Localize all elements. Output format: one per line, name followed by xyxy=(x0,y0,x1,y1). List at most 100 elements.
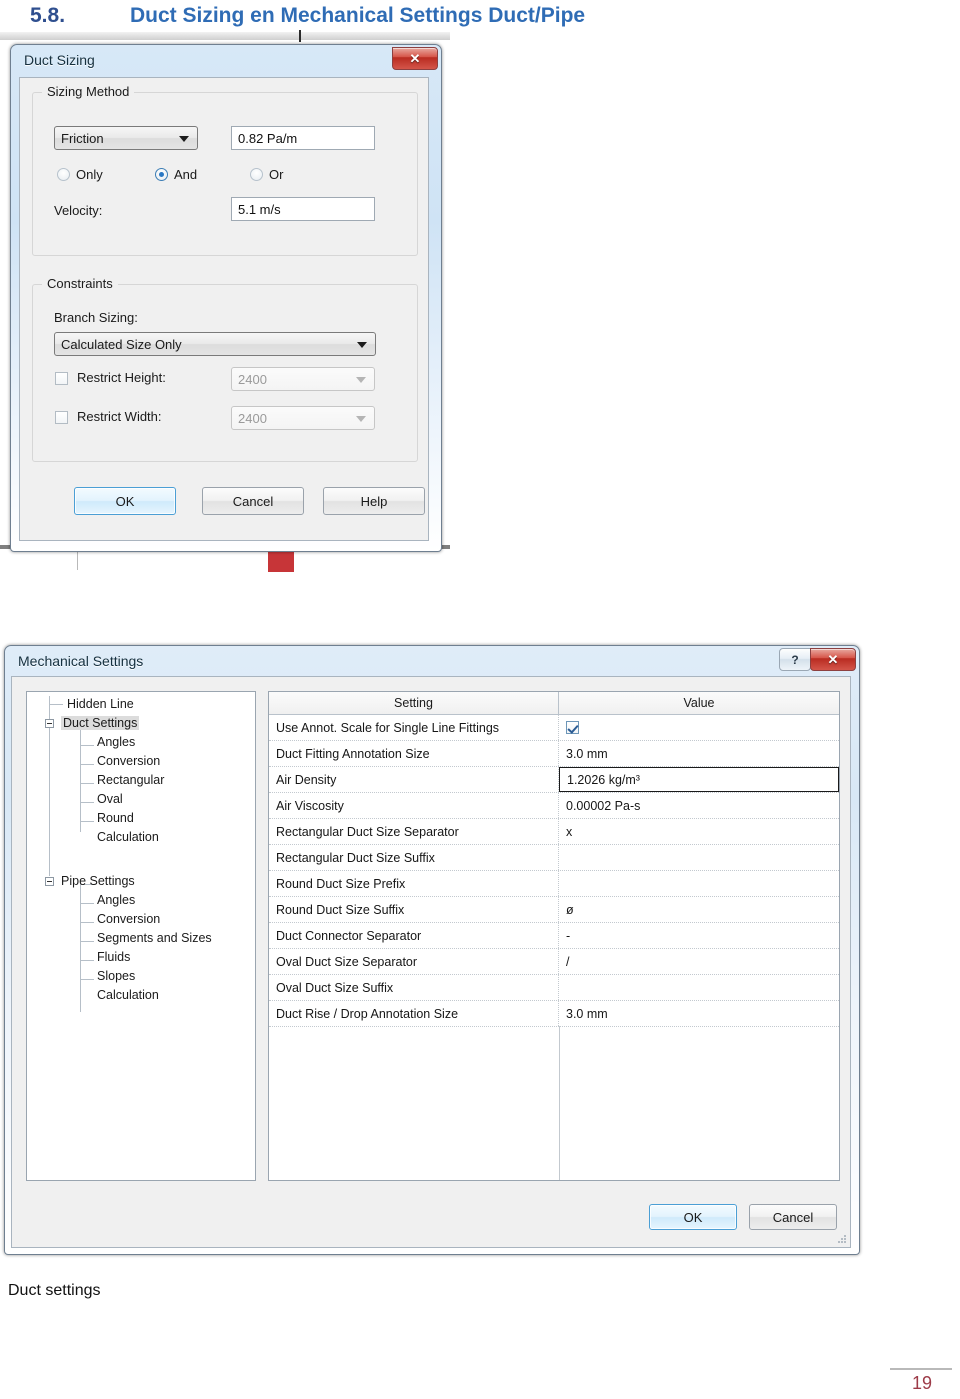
tree-item-pipe-settings[interactable]: Pipe Settings xyxy=(61,873,135,889)
tree-item-duct-oval[interactable]: Oval xyxy=(97,791,123,807)
radio-and[interactable]: And xyxy=(155,167,197,182)
chevron-down-icon xyxy=(357,342,367,348)
tree-line xyxy=(80,922,94,923)
table-row[interactable]: Oval Duct Size Separator / xyxy=(269,949,839,975)
tree-item-duct-calculation[interactable]: Calculation xyxy=(97,829,159,845)
constraints-legend: Constraints xyxy=(42,276,118,291)
duct-sizing-title: Duct Sizing xyxy=(24,52,95,68)
settings-tree[interactable]: Hidden Line Duct Settings Angles Convers… xyxy=(26,691,256,1181)
row-value-cell[interactable]: ø xyxy=(559,897,839,922)
tree-line xyxy=(80,979,94,980)
row-value-cell[interactable]: 0.00002 Pa-s xyxy=(559,793,839,818)
row-setting-label: Use Annot. Scale for Single Line Fitting… xyxy=(269,715,559,740)
settings-grid[interactable]: Setting Value Use Annot. Scale for Singl… xyxy=(268,691,840,1181)
radio-and-label: And xyxy=(174,167,198,182)
table-row[interactable]: Use Annot. Scale for Single Line Fitting… xyxy=(269,715,839,741)
row-value-cell[interactable]: 3.0 mm xyxy=(559,741,839,766)
branch-sizing-combo[interactable]: Calculated Size Only xyxy=(54,332,376,356)
tree-item-label: Segments and Sizes xyxy=(97,931,212,945)
tree-item-label: Angles xyxy=(97,893,136,907)
table-row[interactable]: Duct Fitting Annotation Size 3.0 mm xyxy=(269,741,839,767)
tree-item-label: Calculation xyxy=(97,988,159,1002)
sizing-method-combo-value: Friction xyxy=(61,130,104,146)
velocity-label: Velocity: xyxy=(54,203,103,218)
table-row[interactable]: Round Duct Size Prefix xyxy=(269,871,839,897)
restrict-height-label: Restrict Height: xyxy=(77,370,166,385)
tree-item-duct-conversion[interactable]: Conversion xyxy=(97,753,160,769)
radio-only-dot xyxy=(57,168,70,181)
duct-sizing-cancel-button[interactable]: Cancel xyxy=(202,487,304,515)
chevron-down-icon xyxy=(356,416,366,422)
grid-header-setting[interactable]: Setting xyxy=(269,692,559,714)
tree-item-pipe-fluids[interactable]: Fluids xyxy=(97,949,130,965)
table-row[interactable]: Rectangular Duct Size Suffix xyxy=(269,845,839,871)
table-row[interactable]: Rectangular Duct Size Separator x xyxy=(269,819,839,845)
page-number-rule xyxy=(890,1368,952,1370)
tree-item-duct-round[interactable]: Round xyxy=(97,810,134,826)
row-setting-label: Duct Rise / Drop Annotation Size xyxy=(269,1001,559,1026)
close-icon[interactable]: ✕ xyxy=(392,47,438,70)
tree-item-duct-settings[interactable]: Duct Settings xyxy=(61,715,140,731)
tree-item-pipe-calculation[interactable]: Calculation xyxy=(97,987,159,1003)
friction-value-text: 0.82 Pa/m xyxy=(238,130,298,146)
background-tick-mark xyxy=(299,30,301,42)
tree-item-pipe-segments-and-sizes[interactable]: Segments and Sizes xyxy=(97,930,212,946)
duct-sizing-titlebar[interactable]: Duct Sizing ✕ xyxy=(14,47,438,76)
use-annot-scale-checkbox[interactable] xyxy=(566,721,579,734)
row-value-cell[interactable]: / xyxy=(559,949,839,974)
restrict-width-combo[interactable]: 2400 xyxy=(231,406,375,430)
velocity-input[interactable]: 5.1 m/s xyxy=(231,197,375,221)
row-value-cell[interactable]: - xyxy=(559,923,839,948)
row-setting-label: Duct Connector Separator xyxy=(269,923,559,948)
mechanical-settings-dialog[interactable]: Mechanical Settings ? ✕ Hidden Line Duct… xyxy=(4,645,860,1255)
table-row[interactable]: Duct Rise / Drop Annotation Size 3.0 mm xyxy=(269,1001,839,1027)
row-value-cell[interactable] xyxy=(559,871,839,896)
duct-sizing-help-button[interactable]: Help xyxy=(323,487,425,515)
table-row[interactable]: Duct Connector Separator - xyxy=(269,923,839,949)
mechanical-settings-ok-button[interactable]: OK xyxy=(649,1204,737,1230)
row-value-cell[interactable]: 3.0 mm xyxy=(559,1001,839,1026)
expander-pipe-settings[interactable] xyxy=(45,877,54,886)
tree-item-pipe-conversion[interactable]: Conversion xyxy=(97,911,160,927)
restrict-height-checkbox[interactable] xyxy=(55,372,68,385)
tree-line xyxy=(49,704,63,705)
tree-line xyxy=(80,722,81,832)
tree-item-hidden-line[interactable]: Hidden Line xyxy=(67,696,134,712)
row-setting-label: Air Viscosity xyxy=(269,793,559,818)
restrict-width-checkbox[interactable] xyxy=(55,411,68,424)
air-density-value-cell[interactable]: 1.2026 kg/m³ xyxy=(559,767,839,792)
tree-item-pipe-angles[interactable]: Angles xyxy=(97,892,135,908)
resize-grip[interactable] xyxy=(838,1235,848,1245)
sizing-method-combo[interactable]: Friction xyxy=(54,126,198,150)
tree-line xyxy=(80,903,94,904)
tree-item-duct-angles[interactable]: Angles xyxy=(97,734,135,750)
expander-duct-settings[interactable] xyxy=(45,719,54,728)
page-number: 19 xyxy=(912,1373,933,1393)
row-value-cell[interactable]: x xyxy=(559,819,839,844)
help-icon[interactable]: ? xyxy=(779,648,811,671)
grid-column-divider xyxy=(559,1026,560,1180)
restrict-height-combo[interactable]: 2400 xyxy=(231,367,375,391)
table-row[interactable]: Air Density 1.2026 kg/m³ xyxy=(269,767,839,793)
duct-sizing-dialog[interactable]: Duct Sizing ✕ Sizing Method Friction 0.8… xyxy=(10,44,442,552)
tree-item-label: Fluids xyxy=(97,950,131,964)
tree-item-duct-rectangular[interactable]: Rectangular xyxy=(97,772,164,788)
radio-and-dot xyxy=(155,168,168,181)
tree-line xyxy=(80,745,94,746)
duct-sizing-ok-button[interactable]: OK xyxy=(74,487,176,515)
table-row[interactable]: Oval Duct Size Suffix xyxy=(269,975,839,1001)
tree-item-pipe-slopes[interactable]: Slopes xyxy=(97,968,135,984)
radio-or[interactable]: Or xyxy=(250,167,283,182)
table-row[interactable]: Round Duct Size Suffix ø xyxy=(269,897,839,923)
mechanical-settings-cancel-button[interactable]: Cancel xyxy=(749,1204,837,1230)
radio-only[interactable]: Only xyxy=(57,167,103,182)
row-value-cell[interactable] xyxy=(559,715,839,740)
mechanical-settings-titlebar[interactable]: Mechanical Settings ? ✕ xyxy=(8,648,856,677)
grid-header-value[interactable]: Value xyxy=(559,692,839,714)
friction-value-input[interactable]: 0.82 Pa/m xyxy=(231,126,375,150)
row-value-cell[interactable] xyxy=(559,975,839,1000)
row-setting-label: Rectangular Duct Size Suffix xyxy=(269,845,559,870)
table-row[interactable]: Air Viscosity 0.00002 Pa-s xyxy=(269,793,839,819)
row-value-cell[interactable] xyxy=(559,845,839,870)
close-icon[interactable]: ✕ xyxy=(810,648,856,671)
